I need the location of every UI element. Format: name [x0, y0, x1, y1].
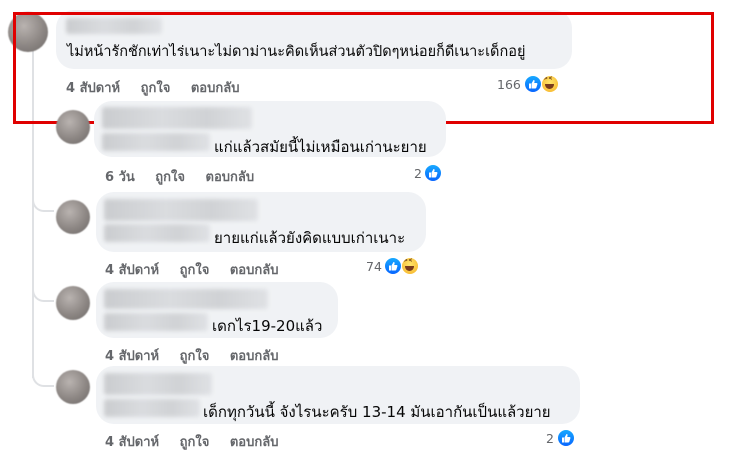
comment-time[interactable]: 4 สัปดาห์: [105, 259, 159, 280]
commenter-name[interactable]: [102, 107, 252, 129]
thread-branch: [32, 110, 54, 212]
like-icon[interactable]: [557, 429, 575, 447]
reply-button[interactable]: ตอบกลับ: [206, 166, 255, 187]
thread-branch: [32, 300, 54, 387]
avatar[interactable]: [56, 110, 90, 144]
reply-button[interactable]: ตอบกลับ: [230, 259, 279, 280]
avatar[interactable]: [56, 286, 90, 320]
thread-branch: [32, 210, 54, 302]
comment-text: ยายแก่แล้วยังคิดแบบเก่าเนาะ: [214, 229, 406, 247]
like-button[interactable]: ถูกใจ: [155, 166, 185, 187]
commenter-name[interactable]: [104, 373, 212, 395]
commenter-name[interactable]: [104, 289, 268, 309]
reaction-count[interactable]: 2: [546, 431, 554, 446]
haha-icon[interactable]: [401, 257, 419, 275]
like-icon[interactable]: [424, 164, 442, 182]
reply-button[interactable]: ตอบกลับ: [230, 345, 279, 366]
avatar[interactable]: [56, 370, 90, 404]
comment-actions: 4 สัปดาห์ ถูกใจ ตอบกลับ: [105, 345, 278, 366]
like-icon[interactable]: [384, 257, 402, 275]
like-button[interactable]: ถูกใจ: [180, 259, 210, 280]
reaction-count[interactable]: 74: [366, 259, 382, 274]
comment-time[interactable]: 4 สัปดาห์: [105, 431, 159, 452]
comment-text: แก่แล้วสมัยนี้ไม่เหมือนเก่านะยาย: [214, 138, 427, 156]
commenter-name[interactable]: [104, 199, 258, 221]
avatar[interactable]: [56, 200, 90, 234]
comment-time[interactable]: 6 วัน: [105, 166, 135, 187]
commenter-name-blur: [102, 133, 210, 151]
comment-actions: 4 สัปดาห์ ถูกใจ ตอบกลับ: [105, 431, 278, 452]
reaction-count[interactable]: 2: [414, 166, 422, 181]
comment-text: เดกไร19-20แล้ว: [212, 317, 323, 335]
commenter-name-blur: [104, 224, 210, 242]
like-button[interactable]: ถูกใจ: [180, 345, 210, 366]
comment-text: เด็กทุกวันนี้ จังไรนะครับ 13-14 มันเอากั…: [203, 403, 551, 421]
commenter-name-blur: [104, 313, 208, 331]
comment-time[interactable]: 4 สัปดาห์: [105, 345, 159, 366]
commenter-name-blur: [104, 399, 200, 417]
reply-button[interactable]: ตอบกลับ: [230, 431, 279, 452]
comment-actions: 4 สัปดาห์ ถูกใจ ตอบกลับ: [105, 259, 278, 280]
comment-actions: 6 วัน ถูกใจ ตอบกลับ: [105, 166, 254, 187]
like-button[interactable]: ถูกใจ: [180, 431, 210, 452]
